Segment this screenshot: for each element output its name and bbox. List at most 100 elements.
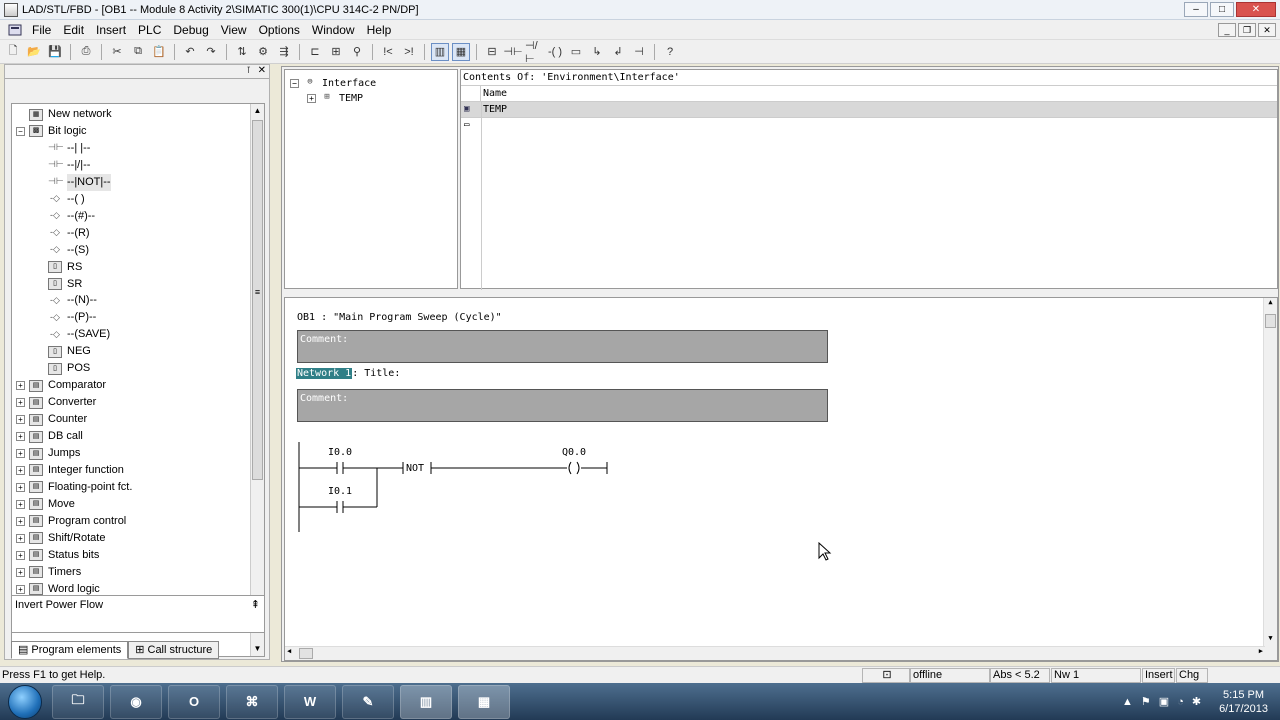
print-icon[interactable]: ⎙ xyxy=(77,43,95,61)
expand-icon[interactable]: + xyxy=(16,533,25,543)
relations-icon[interactable]: ⚲ xyxy=(348,43,366,61)
go-online-icon[interactable]: ⊏ xyxy=(306,43,324,61)
insert-element-icon[interactable]: ⇞ xyxy=(251,598,260,611)
tree-item[interactable]: -◇ --( ) xyxy=(48,191,85,208)
connect-icon[interactable]: ⊣ xyxy=(630,43,648,61)
maximize-button[interactable]: □ xyxy=(1210,2,1234,17)
branch-open-icon[interactable]: ↳ xyxy=(588,43,606,61)
nc-contact-icon[interactable]: ⊣/⊢ xyxy=(525,40,543,65)
tree-item[interactable]: + ▤ Timers xyxy=(16,564,81,581)
redo-icon[interactable]: ↷ xyxy=(202,43,220,61)
editor-hscroll-thumb[interactable] xyxy=(299,648,313,659)
menu-file[interactable]: File xyxy=(26,20,57,40)
flag-icon[interactable]: ⚑ xyxy=(1141,695,1151,708)
cut-icon[interactable]: ✂ xyxy=(108,43,126,61)
menu-edit[interactable]: Edit xyxy=(57,20,90,40)
chrome-icon[interactable]: ◉ xyxy=(110,684,162,719)
network-icon[interactable]: ⇶ xyxy=(275,43,293,61)
paste-icon[interactable]: 📋 xyxy=(150,43,168,61)
tree-item[interactable]: ▯ POS xyxy=(48,360,90,377)
document-icon[interactable] xyxy=(8,24,22,36)
tree-item[interactable]: + ▤ Program control xyxy=(16,513,126,530)
menu-insert[interactable]: Insert xyxy=(90,20,132,40)
prev-network-icon[interactable]: !< xyxy=(379,43,397,61)
tree-item[interactable]: − ▩ Bit logic xyxy=(16,123,87,140)
network-tray-icon[interactable]: ▣ xyxy=(1159,695,1169,708)
expand-icon[interactable]: + xyxy=(16,449,25,458)
table-row[interactable]: ▣ TEMP xyxy=(461,102,1277,118)
expand-icon[interactable]: + xyxy=(16,482,25,492)
volume-icon[interactable]: ◔ xyxy=(1177,696,1184,708)
tree-scrollbar[interactable]: ▲ ≡ ▼ xyxy=(250,104,264,656)
explorer-icon[interactable]: 🗀 xyxy=(52,684,104,719)
menu-debug[interactable]: Debug xyxy=(167,20,214,40)
show-hidden-icon[interactable]: ▲ xyxy=(1122,696,1133,708)
menu-window[interactable]: Window xyxy=(306,20,361,40)
panel-close-icon[interactable]: ✕ xyxy=(258,65,266,76)
clock[interactable]: 5:15 PM 6/17/2013 xyxy=(1219,688,1268,716)
tree-item[interactable]: -◇ --(S) xyxy=(48,242,89,259)
contact-icon[interactable]: ⊣⊢ xyxy=(503,43,522,61)
tree-item[interactable]: ⊣⊢ --|NOT|-- xyxy=(48,173,111,191)
tree-item[interactable]: + ▤ DB call xyxy=(16,428,83,445)
tree-item[interactable]: ▯ NEG xyxy=(48,343,91,360)
coil-q00-address[interactable]: Q0.0 xyxy=(562,447,586,458)
editor-scroll-thumb[interactable] xyxy=(1265,314,1276,328)
ladder-editor[interactable]: OB1 : "Main Program Sweep (Cycle)" Comme… xyxy=(284,297,1278,661)
block-comment[interactable]: Comment: xyxy=(297,330,828,363)
tab-program-elements[interactable]: ▤ Program elements xyxy=(11,641,129,659)
open-icon[interactable]: 📂 xyxy=(25,43,43,61)
expand-icon[interactable]: + xyxy=(16,398,25,408)
collapse-icon[interactable]: − xyxy=(290,78,299,88)
box-icon[interactable]: ▭ xyxy=(567,43,585,61)
help-icon[interactable]: ? xyxy=(661,43,679,61)
monitor-icon[interactable]: ⚙ xyxy=(254,43,272,61)
scroll-down-icon[interactable]: ▼ xyxy=(1264,634,1277,646)
doc-close-button[interactable]: ✕ xyxy=(1258,23,1276,37)
expand-icon[interactable]: + xyxy=(16,415,25,425)
menu-options[interactable]: Options xyxy=(253,20,306,40)
bluetooth-icon[interactable]: ✱ xyxy=(1192,695,1201,708)
menu-plc[interactable]: PLC xyxy=(132,20,167,40)
tree-scroll-thumb[interactable] xyxy=(252,120,263,480)
save-icon[interactable]: 💾 xyxy=(46,43,64,61)
contact-i01-address[interactable]: I0.1 xyxy=(328,486,352,497)
outlook-icon[interactable]: O xyxy=(168,684,220,719)
new-network-icon[interactable]: ⊟ xyxy=(483,43,501,61)
overview-toggle-icon[interactable]: ▥ xyxy=(431,42,449,61)
scroll-down-icon[interactable]: ▼ xyxy=(251,642,264,656)
tree-item[interactable]: -◇ --(#)-- xyxy=(48,208,95,225)
editor-vscroll[interactable]: ▲ ▼ xyxy=(1263,298,1277,660)
network-label[interactable]: Network 1 xyxy=(296,368,353,379)
branch-close-icon[interactable]: ↲ xyxy=(609,43,627,61)
doc-minimize-button[interactable]: _ xyxy=(1218,23,1236,37)
editor-hscroll[interactable]: ◀ ▶ xyxy=(285,646,1265,660)
load-icon[interactable]: ⇅ xyxy=(233,43,251,61)
tree-item[interactable]: + ▤ Move xyxy=(16,496,75,513)
tree-item[interactable]: + ▤ Shift/Rotate xyxy=(16,530,105,547)
details-toggle-icon[interactable]: ▦ xyxy=(452,42,470,61)
expand-icon[interactable]: + xyxy=(16,381,25,391)
scroll-up-icon[interactable]: ▲ xyxy=(251,104,264,118)
temp-node[interactable]: + ⊞ TEMP xyxy=(307,92,363,104)
pdf-icon[interactable]: ⌘ xyxy=(226,684,278,719)
collapse-icon[interactable]: − xyxy=(16,126,25,136)
tree-item[interactable]: ▦ New network xyxy=(16,106,112,123)
word-icon[interactable]: W xyxy=(284,684,336,719)
scroll-left-icon[interactable]: ◀ xyxy=(287,647,291,655)
tree-item[interactable]: + ▤ Counter xyxy=(16,411,87,428)
expand-icon[interactable]: + xyxy=(16,567,25,577)
minimize-button[interactable]: – xyxy=(1184,2,1208,17)
lad-editor-icon[interactable]: ▦ xyxy=(458,684,510,719)
tab-call-structure[interactable]: ⊞ Call structure xyxy=(128,641,220,659)
tree-item[interactable]: ⊣⊢ --|/|-- xyxy=(48,157,90,174)
tree-item[interactable]: ▯ SR xyxy=(48,276,82,293)
expand-icon[interactable]: + xyxy=(16,584,25,594)
tree-item[interactable]: -◇ --(P)-- xyxy=(48,309,96,326)
tree-item[interactable]: ⊣⊢ --| |-- xyxy=(48,140,90,157)
new-row-icon[interactable]: ▭ xyxy=(464,120,469,130)
network-comment[interactable]: Comment: xyxy=(297,389,828,422)
tree-item[interactable]: -◇ --(R) xyxy=(48,225,90,242)
expand-icon[interactable]: + xyxy=(307,93,316,103)
menu-help[interactable]: Help xyxy=(361,20,398,40)
